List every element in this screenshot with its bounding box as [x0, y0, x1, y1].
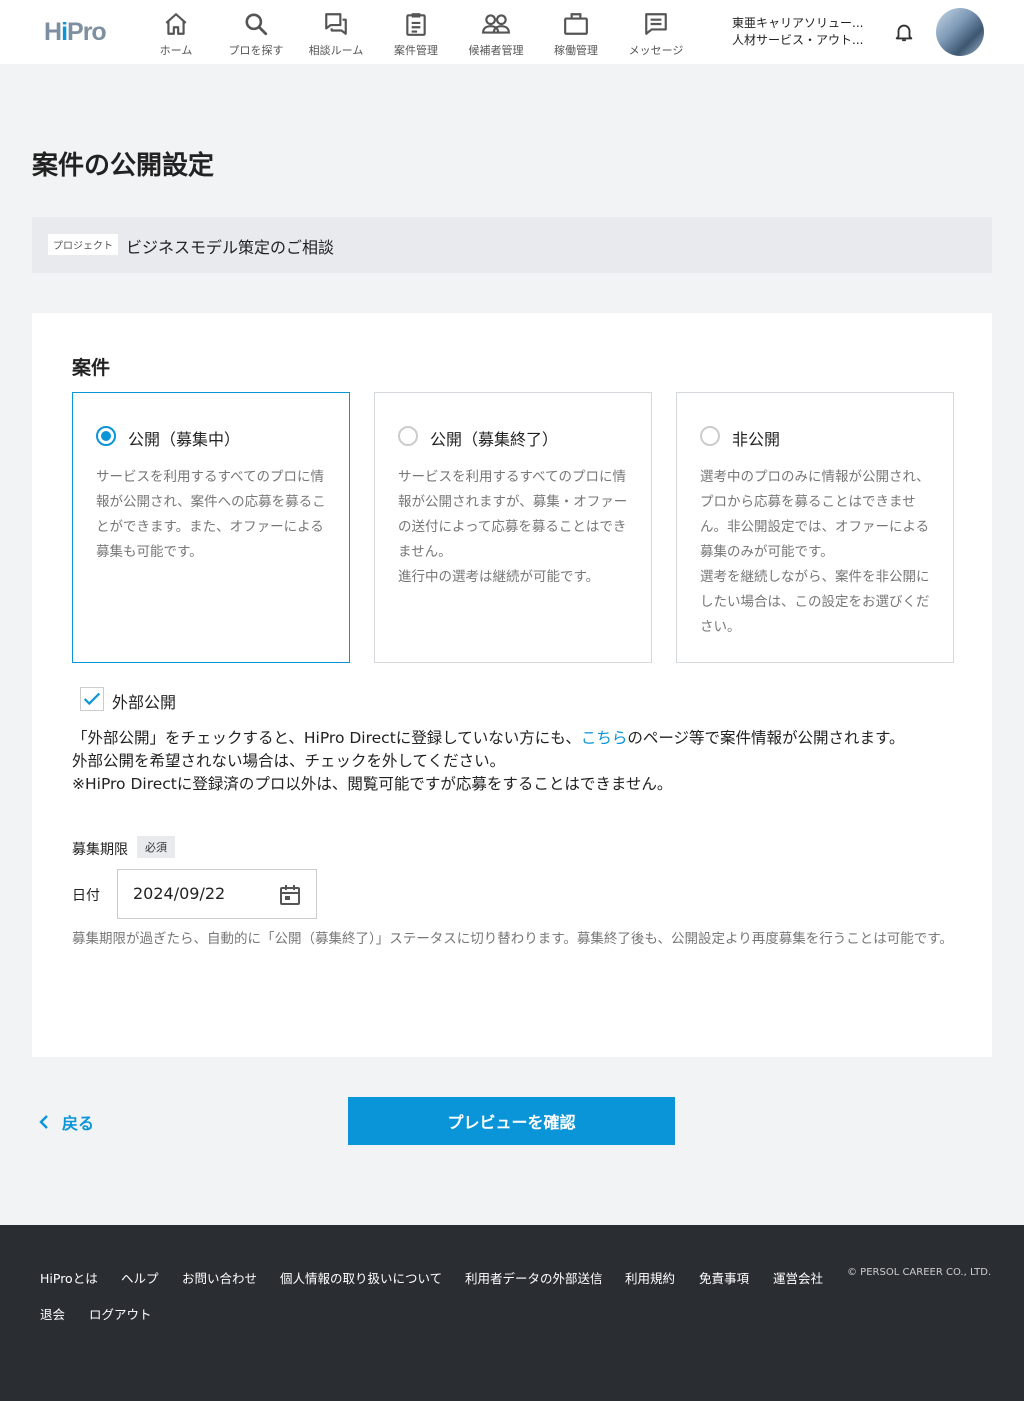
main-nav: ホーム プロを探す 相談ルーム 案件管理 候補者管理 稼働管理 メッセージ	[136, 8, 696, 58]
footer-link-terms[interactable]: 利用規約	[625, 1268, 675, 1287]
people-icon	[481, 8, 511, 40]
company-name: 東亜キャリアソリュー...	[732, 16, 864, 30]
option-private[interactable]: 非公開 選考中のプロのみに情報が公開され、プロから応募を募ることはできません。非…	[676, 392, 954, 663]
radio-icon[interactable]	[700, 426, 720, 446]
company-switcher[interactable]: 東亜キャリアソリュー... 人材サービス・アウト...	[732, 15, 872, 49]
preview-button[interactable]: プレビューを確認	[348, 1097, 675, 1145]
nav-label: 候補者管理	[468, 44, 524, 57]
chat-icon	[323, 8, 349, 40]
date-input[interactable]: 2024/09/22	[117, 869, 317, 919]
footer-link-withdraw[interactable]: 退会	[40, 1304, 65, 1323]
nav-label: プロを探す	[228, 44, 284, 57]
option-public-closed[interactable]: 公開（募集終了） サービスを利用するすべてのプロに情報が公開されますが、募集・オ…	[374, 392, 652, 663]
briefcase-icon	[563, 8, 589, 40]
section-title: 案件	[72, 357, 111, 379]
radio-icon[interactable]	[398, 426, 418, 446]
hipro-logo[interactable]: HiPro	[44, 18, 107, 47]
nav-label: 相談ルーム	[308, 44, 364, 57]
project-tag: プロジェクト	[48, 234, 118, 255]
nav-operation-management[interactable]: 稼働管理	[536, 8, 616, 58]
avatar[interactable]	[936, 8, 984, 56]
option-title: 公開（募集中）	[128, 430, 241, 449]
footer-link-logout[interactable]: ログアウト	[89, 1304, 152, 1323]
nav-label: 稼働管理	[554, 44, 598, 57]
nav-find-pro[interactable]: プロを探す	[216, 8, 296, 58]
nav-candidate-management[interactable]: 候補者管理	[456, 8, 536, 58]
footer-link-disclaimer[interactable]: 免責事項	[699, 1268, 749, 1287]
settings-card: 案件 公開（募集中） サービスを利用するすべてのプロに情報が公開され、案件への応…	[32, 313, 992, 1057]
copyright: © PERSOL CAREER CO., LTD.	[847, 1267, 992, 1278]
date-value: 2024/09/22	[133, 884, 226, 903]
footer-link-help[interactable]: ヘルプ	[121, 1268, 159, 1287]
option-public-recruiting[interactable]: 公開（募集中） サービスを利用するすべてのプロに情報が公開され、案件への応募を募…	[72, 392, 350, 663]
external-publish-label[interactable]: 外部公開	[112, 689, 176, 713]
back-button[interactable]: 戻る	[38, 1110, 94, 1134]
nav-label: メッセージ	[628, 44, 684, 57]
option-description: サービスを利用するすべてのプロに情報が公開され、案件への応募を募ることができます…	[96, 469, 326, 560]
nav-messages[interactable]: メッセージ	[616, 8, 696, 58]
deadline-note: 募集期限が過ぎたら、自動的に「公開（募集終了）」ステータスに切り替わります。募集…	[72, 931, 953, 947]
top-header: HiPro ホーム プロを探す 相談ルーム 案件管理 候補者管理 稼働管理 メッ…	[0, 0, 1024, 64]
back-label: 戻る	[62, 1114, 95, 1133]
nav-home[interactable]: ホーム	[136, 8, 216, 58]
external-publish-description: 「外部公開」をチェックすると、HiPro Directに登録していない方にも、こ…	[72, 727, 972, 796]
chevron-left-icon	[39, 1115, 48, 1129]
option-title: 公開（募集終了）	[430, 430, 559, 449]
nav-label: 案件管理	[394, 44, 438, 57]
deadline-label: 募集期限	[72, 842, 128, 858]
calendar-icon[interactable]	[278, 883, 302, 911]
ext-text-before: 「外部公開」をチェックすると、HiPro Directに登録していない方にも、	[72, 729, 581, 747]
search-icon	[243, 8, 269, 40]
ext-text-line2: 外部公開を希望されない場合は、チェックを外してください。	[72, 752, 506, 770]
nav-label: ホーム	[159, 44, 193, 57]
radio-selected-icon[interactable]	[96, 426, 116, 446]
department-name: 人材サービス・アウト...	[732, 33, 864, 47]
project-bar: プロジェクト ビジネスモデル策定のご相談	[32, 217, 992, 273]
option-title: 非公開	[732, 430, 781, 449]
external-publish-checkbox[interactable]	[80, 687, 104, 711]
footer-link-company[interactable]: 運営会社	[773, 1268, 823, 1287]
page-title: 案件の公開設定	[32, 151, 215, 181]
clipboard-icon	[403, 8, 429, 40]
bell-icon[interactable]	[893, 20, 915, 48]
date-label: 日付	[72, 888, 100, 904]
home-icon	[163, 8, 189, 40]
option-description: サービスを利用するすべてのプロに情報が公開されますが、募集・オファーの送付によっ…	[398, 469, 628, 585]
here-link[interactable]: こちら	[581, 729, 628, 747]
required-badge: 必須	[137, 836, 175, 858]
checkmark-icon	[83, 692, 101, 706]
project-name: ビジネスモデル策定のご相談	[126, 238, 335, 257]
ext-text-line3: ※HiPro Directに登録済のプロ以外は、閲覧可能ですが応募をすることはで…	[72, 775, 673, 793]
footer-link-privacy[interactable]: 個人情報の取り扱いについて	[280, 1268, 442, 1287]
nav-project-management[interactable]: 案件管理	[376, 8, 456, 58]
option-description: 選考中のプロのみに情報が公開され、プロから応募を募ることはできません。非公開設定…	[700, 469, 930, 635]
nav-consult-room[interactable]: 相談ルーム	[296, 8, 376, 58]
ext-text-after: のページ等で案件情報が公開されます。	[627, 729, 905, 747]
message-icon	[643, 8, 669, 40]
footer-link-about[interactable]: HiProとは	[40, 1268, 98, 1287]
footer: HiProとは ヘルプ お問い合わせ 個人情報の取り扱いについて 利用者データの…	[0, 1225, 1024, 1401]
footer-link-external-data[interactable]: 利用者データの外部送信	[465, 1268, 603, 1287]
footer-link-contact[interactable]: お問い合わせ	[182, 1268, 257, 1287]
